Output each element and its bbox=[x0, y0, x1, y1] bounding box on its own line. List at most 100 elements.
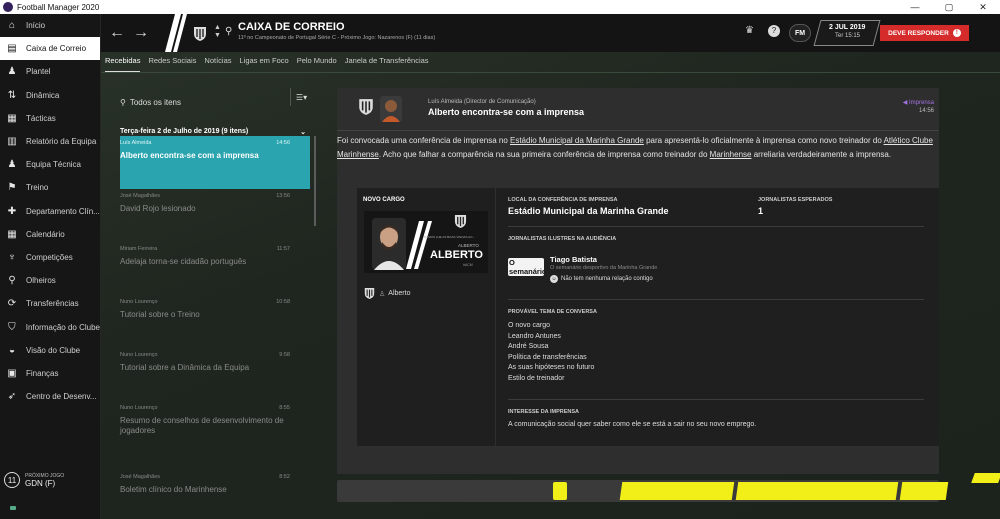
sidebar-item-tactics[interactable]: ▦ Tácticas bbox=[0, 107, 100, 130]
sidebar-item-transfers[interactable]: ⟳ Transferências bbox=[0, 292, 100, 315]
tab-1[interactable]: Redes Sociais bbox=[148, 56, 196, 72]
stadium-link[interactable]: Estádio Municipal da Marinha Grande bbox=[510, 136, 644, 145]
inbox-message[interactable]: Nuno Lourenço 8:55 Resumo de conselhos de … bbox=[120, 401, 310, 436]
inbox-message[interactable]: Nuno Lourenço 10:58 Tutorial sobre o Trein… bbox=[120, 295, 310, 320]
search-icon[interactable]: ⚲ bbox=[225, 26, 232, 37]
sidebar-item-training[interactable]: ⚑ Treino bbox=[0, 176, 100, 199]
app-icon bbox=[3, 2, 13, 12]
message-time: 9:58 bbox=[279, 352, 290, 358]
sidebar-item-squad[interactable]: ♟ Plantel bbox=[0, 60, 100, 83]
venue-value[interactable]: Estádio Municipal da Marinha Grande bbox=[508, 206, 669, 216]
tab-5[interactable]: Janela de Transferências bbox=[345, 56, 429, 72]
message-subject: Adelaja torna-se cidadão português bbox=[120, 257, 247, 266]
notable-label: JORNALISTAS ILUSTRES NA AUDIÊNCIA bbox=[508, 236, 617, 242]
club-info-icon: ⛉ bbox=[8, 321, 16, 333]
highlight-mark bbox=[899, 482, 949, 500]
tactics-icon: ▦ bbox=[7, 112, 17, 124]
next-match[interactable]: 11 PRÓXIMO JOGO GDN (F) bbox=[4, 472, 64, 488]
must-respond-button[interactable]: DEVE RESPONDER ! bbox=[880, 25, 969, 41]
inbox-message[interactable]: Nuno Lourenço 9:58 Tutorial sobre a Dinâmi… bbox=[120, 348, 310, 373]
message-divider bbox=[337, 130, 939, 131]
sidebar-item-dynamics[interactable]: ⇅ Dinâmica bbox=[0, 84, 100, 107]
maximize-button[interactable]: ▢ bbox=[932, 2, 966, 13]
sidebar-item-label: Relatório da Equipa bbox=[26, 137, 97, 147]
sidebar-item-finances[interactable]: ▣ Finanças bbox=[0, 362, 100, 385]
tab-3[interactable]: Ligas em Foco bbox=[240, 56, 289, 72]
message-body: Foi convocada uma conferência de imprens… bbox=[337, 134, 939, 162]
help-icon[interactable]: ? bbox=[768, 25, 780, 37]
tab-divider bbox=[101, 72, 1000, 73]
message-time: 14:56 bbox=[276, 140, 290, 146]
back-arrow-icon[interactable]: ← bbox=[109, 24, 125, 42]
new-job-header: NOVO CARGO bbox=[363, 197, 405, 203]
club-stripes bbox=[165, 14, 187, 52]
outlet-logo[interactable]: O semanário bbox=[508, 258, 544, 276]
manager-link[interactable]: ♙ Alberto bbox=[364, 287, 410, 300]
sidebar-item-club-info[interactable]: ⛉ Informação do Clube bbox=[0, 315, 100, 338]
message-sender: Nuno Lourenço bbox=[120, 352, 158, 358]
message-subject: Alberto encontra-se com a imprensa bbox=[120, 151, 259, 160]
inbox-message[interactable]: Luís Almeida 14:56 Alberto encontra-se com… bbox=[120, 136, 310, 189]
filter-menu-button[interactable]: ☰▾ bbox=[290, 88, 312, 106]
manager-photo bbox=[372, 218, 406, 270]
inbox-message[interactable]: José Magalhães 13:56 David Rojo lesionado bbox=[120, 189, 310, 214]
sidebar-item-calendar[interactable]: ▦ Calendário bbox=[0, 223, 100, 246]
topic-item: Leandro Antunes bbox=[508, 332, 561, 340]
highlight-mark bbox=[971, 473, 1000, 483]
tab-4[interactable]: Pelo Mundo bbox=[297, 56, 337, 72]
inbox-message[interactable]: José Magalhães 8:52 Boletim clínico do Mar… bbox=[120, 470, 310, 495]
card-caption: DAMOS LHE AS BOAS VINDAS AO... bbox=[424, 235, 476, 239]
topics-label: PROVÁVEL TEMA DE CONVERSA bbox=[508, 309, 597, 315]
topic-item: Política de transferências bbox=[508, 353, 587, 361]
sidebar-item-mailbox[interactable]: ▤ Caixa de Correio bbox=[0, 37, 100, 61]
tab-0[interactable]: Recebidas bbox=[105, 56, 141, 72]
medical-icon: ✚ bbox=[7, 205, 17, 217]
venue-label: LOCAL DA CONFERÊNCIA DE IMPRENSA bbox=[508, 197, 618, 203]
section-divider bbox=[508, 399, 924, 400]
sidebar-item-staff[interactable]: ♟ Equipa Técnica bbox=[0, 153, 100, 176]
message-sender: Nuno Lourenço bbox=[120, 299, 158, 305]
inbox-search[interactable]: ⚲ Todos os itens bbox=[120, 94, 310, 110]
current-time: Ter 15:15 bbox=[835, 33, 861, 39]
body-text-1: Foi convocada uma conferência de imprens… bbox=[337, 136, 510, 145]
message-sender[interactable]: Luís Almeida (Director de Comunicação) bbox=[428, 99, 536, 105]
message-panel: Luís Almeida (Director de Comunicação) A… bbox=[337, 88, 939, 474]
card-club-tag: #ACM bbox=[463, 263, 473, 267]
press-tag: ◀ Imprensa bbox=[902, 100, 934, 106]
journalist-name[interactable]: Tiago Batista bbox=[550, 255, 597, 264]
sidebar-item-label: Início bbox=[26, 21, 46, 31]
message-meta: Nuno Lourenço 10:58 bbox=[120, 299, 310, 305]
close-button[interactable]: ✕ bbox=[966, 2, 1000, 13]
club-switch-icon[interactable]: ▲ ▼ bbox=[214, 24, 221, 40]
minimize-button[interactable]: — bbox=[898, 2, 932, 13]
sidebar-item-club-vision[interactable]: ◒ Visão do Clube bbox=[0, 339, 100, 362]
sidebar-item-label: Olheiros bbox=[26, 276, 56, 286]
forward-arrow-icon[interactable]: → bbox=[133, 24, 149, 42]
manager-name: Alberto bbox=[388, 290, 411, 297]
inbox-message[interactable]: Miriam Ferreira 11:57 Adelaja torna-se cid… bbox=[120, 242, 310, 267]
topic-item: As suas hipóteses no futuro bbox=[508, 364, 595, 371]
message-time: 8:52 bbox=[279, 474, 290, 480]
message-subject: Tutorial sobre a Dinâmica da Equipa bbox=[120, 363, 250, 372]
sidebar-item-home[interactable]: ⌂ Início bbox=[0, 14, 100, 37]
fm-menu-button[interactable]: FM bbox=[789, 24, 811, 42]
sender-avatar[interactable] bbox=[380, 96, 402, 122]
section-divider bbox=[508, 299, 924, 300]
message-subject: Alberto encontra-se com a imprensa bbox=[428, 107, 585, 117]
journalists-label: JORNALISTAS ESPERADOS bbox=[758, 197, 833, 203]
club-crest-icon[interactable] bbox=[193, 26, 207, 42]
scrollbar[interactable] bbox=[314, 136, 316, 226]
sidebar-item-development[interactable]: ➶ Centro de Desenv... bbox=[0, 385, 100, 408]
body-text-4: arreliaria verdadeiramente a imprensa. bbox=[751, 150, 892, 159]
sidebar-item-report[interactable]: ▥ Relatório da Equipa bbox=[0, 130, 100, 153]
tab-2[interactable]: Notícias bbox=[204, 56, 231, 72]
topics-list: O novo cargo Leandro Antunes André Sousa Po… bbox=[508, 321, 594, 384]
club-short-link[interactable]: Marinhense bbox=[710, 150, 752, 159]
topic-item: O novo cargo bbox=[508, 322, 551, 329]
message-meta: Nuno Lourenço 8:55 bbox=[120, 405, 310, 411]
sidebar-item-trophy[interactable]: ♆ Competições bbox=[0, 246, 100, 269]
staff-icon: ♟ bbox=[7, 159, 17, 171]
sidebar-item-scouting[interactable]: ⚲ Olheiros bbox=[0, 269, 100, 292]
sidebar-item-medical[interactable]: ✚ Departamento Clín... bbox=[0, 200, 100, 223]
trophy-icon[interactable]: ♛ bbox=[745, 25, 754, 36]
